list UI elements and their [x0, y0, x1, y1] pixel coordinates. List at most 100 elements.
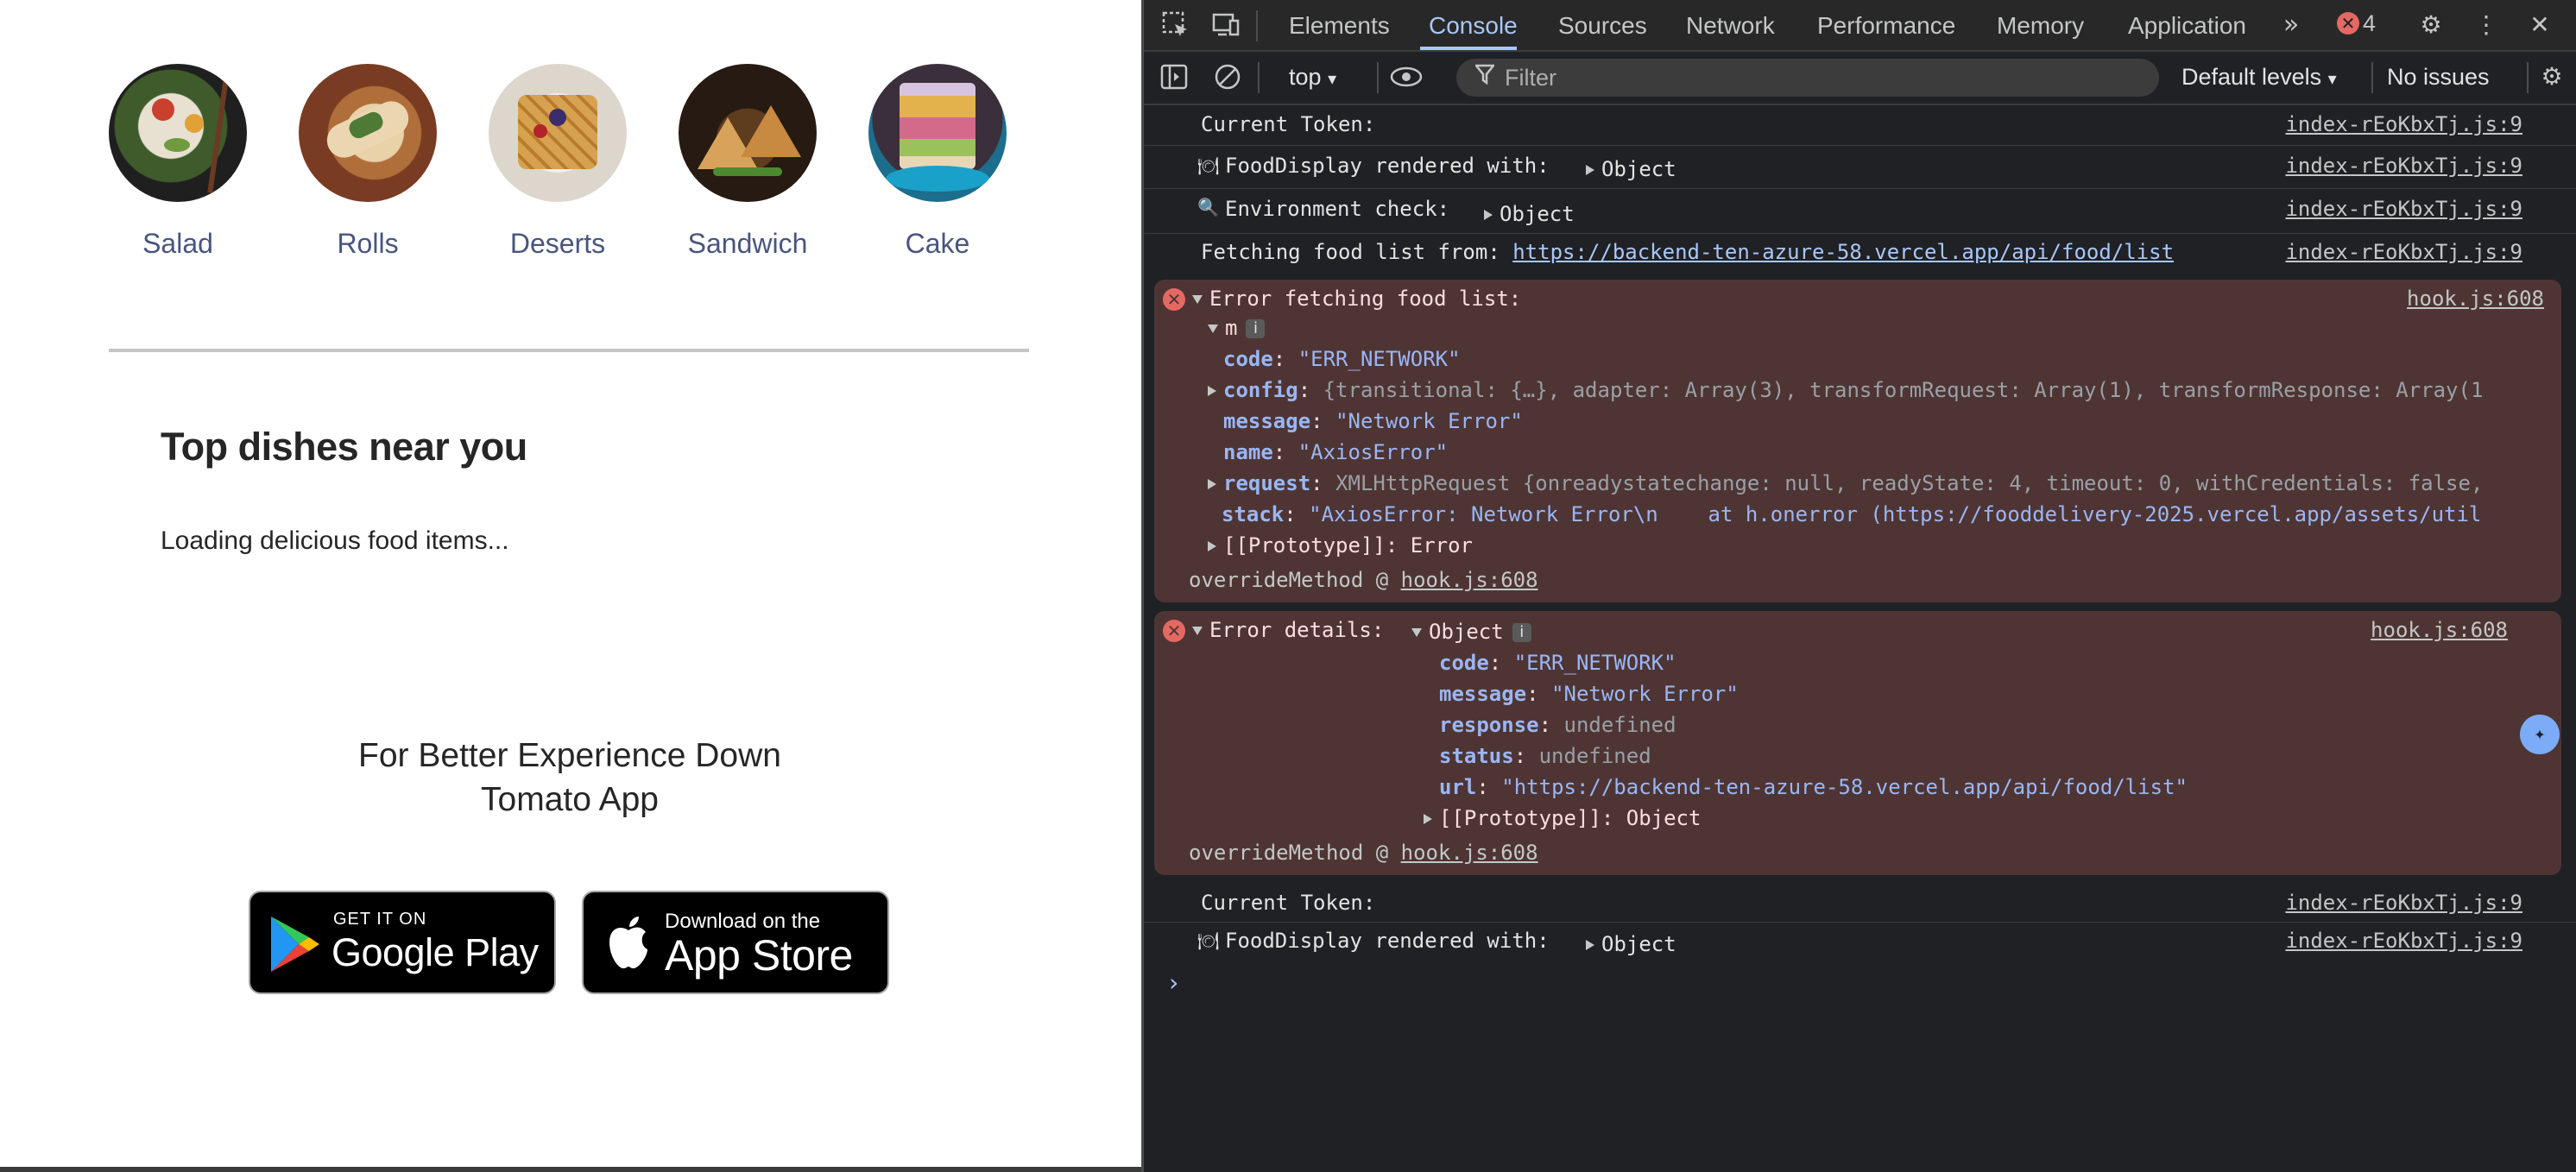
app-download-heading-line2: Tomato App: [481, 781, 659, 818]
settings-gear-icon[interactable]: ⚙: [2416, 10, 2446, 40]
error-title[interactable]: Error fetching food list:: [1192, 287, 1521, 311]
prop-code: code: "ERR_NETWORK": [1223, 347, 1461, 371]
prop-key: stack: [1222, 502, 1285, 526]
console-text: Current Token:: [1201, 891, 1376, 915]
context-value: top: [1289, 64, 1322, 90]
category-deserts[interactable]: Deserts: [484, 64, 631, 260]
console-message: 🔍 Environment check: Object index-rEoKbx…: [1144, 188, 2576, 234]
category-rolls[interactable]: Rolls: [294, 64, 441, 260]
object-toggle[interactable]: Object: [1586, 932, 1676, 956]
source-link[interactable]: index-rEoKbxTj.js:9: [2285, 929, 2522, 953]
category-salad[interactable]: Salad: [104, 64, 251, 260]
loading-text: Loading delicious food items...: [161, 526, 509, 555]
prop-value: "AxiosError: Network Error\n at h.onerro…: [1309, 502, 2482, 526]
error-count-icon[interactable]: ✕: [2337, 12, 2359, 35]
prop-prototype[interactable]: [[Prototype]]: Error: [1208, 533, 1473, 558]
prop-value: "ERR_NETWORK": [1513, 651, 1676, 675]
prop-message: message: "Network Error": [1223, 409, 1523, 433]
source-link[interactable]: hook.js:608: [2407, 287, 2544, 311]
tab-performance[interactable]: Performance: [1817, 12, 1955, 40]
error-title[interactable]: Error details:: [1192, 618, 1384, 642]
chevron-down-icon: ▾: [2327, 70, 2337, 89]
object-toggle[interactable]: Object: [1586, 157, 1676, 181]
log-levels-dropdown[interactable]: Default levels ▾: [2181, 64, 2337, 91]
error-message-fetch: ✕ Error fetching food list: hook.js:608 …: [1154, 280, 2561, 602]
more-options-icon[interactable]: ⋮: [2472, 10, 2501, 40]
device-toggle-icon[interactable]: [1211, 10, 1241, 40]
context-selector[interactable]: top ▾: [1289, 64, 1336, 91]
google-play-button[interactable]: GET IT ON Google Play: [249, 891, 556, 994]
category-label: Rolls: [337, 228, 399, 259]
google-play-big-text: Google Play: [331, 930, 539, 974]
collapse-triangle-icon: [1192, 295, 1203, 304]
salad-image: [109, 64, 247, 202]
source-link[interactable]: index-rEoKbxTj.js:9: [2285, 891, 2522, 915]
ai-assistance-icon[interactable]: ✦: [2520, 715, 2560, 754]
tab-elements[interactable]: Elements: [1289, 12, 1390, 40]
food-bowl-icon: 🍽: [1197, 155, 1220, 176]
prop-config[interactable]: config: {transitional: {…}, adapter: Arr…: [1208, 378, 2483, 402]
google-play-small-text: GET IT ON: [333, 910, 427, 929]
source-link[interactable]: index-rEoKbxTj.js:9: [2285, 197, 2522, 221]
prototype-label: [[Prototype]]: Object: [1439, 806, 1702, 830]
devtools-tabbar: Elements Console Sources Network Perform…: [1144, 0, 2576, 52]
google-play-icon: [271, 917, 319, 972]
category-label: Salad: [142, 228, 213, 259]
stack-frame-link[interactable]: hook.js:608: [1401, 568, 1538, 592]
sandwich-image: [679, 64, 817, 202]
error-title-text: Error fetching food list:: [1209, 287, 1522, 311]
expand-triangle-icon: [1208, 479, 1216, 489]
tab-network[interactable]: Network: [1686, 12, 1775, 40]
toolbar-separator: [1258, 62, 1260, 93]
object-toggle[interactable]: Object: [1484, 202, 1575, 226]
error-count[interactable]: 4: [2363, 10, 2376, 37]
error-object-toggle[interactable]: Object i: [1411, 620, 1531, 644]
api-url-link[interactable]: https://backend-ten-azure-58.vercel.app/…: [1512, 240, 2174, 264]
source-link[interactable]: index-rEoKbxTj.js:9: [2285, 240, 2522, 264]
app-store-button[interactable]: Download on the App Store: [582, 891, 889, 994]
prop-url: url: "https://backend-ten-azure-58.verce…: [1439, 775, 2188, 799]
prop-key: code: [1223, 347, 1273, 371]
console-message: 🍽 FoodDisplay rendered with: Object inde…: [1144, 922, 2576, 963]
prop-response: response: undefined: [1439, 713, 1676, 737]
console-text: Current Token:: [1201, 112, 1376, 136]
console-prompt[interactable]: ›: [1166, 968, 1181, 997]
console-text: Environment check:: [1225, 197, 1450, 221]
tab-application[interactable]: Application: [2128, 12, 2246, 40]
prop-code: code: "ERR_NETWORK": [1439, 651, 1676, 675]
tab-memory[interactable]: Memory: [1997, 12, 2084, 40]
console-settings-icon[interactable]: ⚙: [2537, 62, 2567, 91]
issues-counter[interactable]: No issues: [2387, 64, 2490, 91]
prop-value: {transitional: {…}, adapter: Array(3), t…: [1323, 378, 2484, 402]
section-divider: [109, 349, 1029, 352]
live-expression-eye-icon[interactable]: [1389, 62, 1423, 91]
source-link[interactable]: index-rEoKbxTj.js:9: [2285, 154, 2522, 178]
error-icon: ✕: [1163, 620, 1185, 642]
filter-input[interactable]: Filter: [1456, 59, 2159, 97]
error-icon: ✕: [1163, 288, 1185, 311]
food-bowl-icon: 🍽: [1197, 930, 1220, 951]
close-devtools-icon[interactable]: ✕: [2525, 10, 2554, 40]
category-sandwich[interactable]: Sandwich: [674, 64, 821, 260]
stack-frame-link[interactable]: hook.js:608: [1401, 841, 1538, 865]
stack-frame: overrideMethod @ hook.js:608: [1189, 841, 1538, 865]
clear-console-icon[interactable]: [1213, 62, 1242, 91]
stack-frame-name: overrideMethod @: [1189, 568, 1401, 592]
category-cake[interactable]: Cake: [864, 64, 1011, 260]
source-link[interactable]: hook.js:608: [2371, 618, 2508, 642]
prop-request[interactable]: request: XMLHttpRequest {onreadystatecha…: [1208, 471, 2483, 495]
console-output: Current Token: index-rEoKbxTj.js:9 🍽 Foo…: [1144, 105, 2576, 1172]
log-levels-value: Default levels: [2181, 64, 2322, 90]
more-tabs-icon[interactable]: »: [2276, 10, 2306, 40]
inspect-element-icon[interactable]: [1161, 10, 1190, 40]
error-object-toggle[interactable]: mi: [1208, 316, 1266, 340]
prop-value: "Network Error": [1335, 409, 1523, 433]
prop-status: status: undefined: [1439, 744, 1651, 768]
error-object-name: m: [1225, 316, 1238, 340]
tab-console[interactable]: Console: [1429, 12, 1518, 40]
sidebar-toggle-icon[interactable]: [1159, 62, 1189, 91]
prop-prototype[interactable]: [[Prototype]]: Object: [1424, 806, 1701, 830]
tab-sources[interactable]: Sources: [1558, 12, 1647, 40]
apple-icon: [609, 917, 647, 968]
source-link[interactable]: index-rEoKbxTj.js:9: [2285, 112, 2522, 136]
